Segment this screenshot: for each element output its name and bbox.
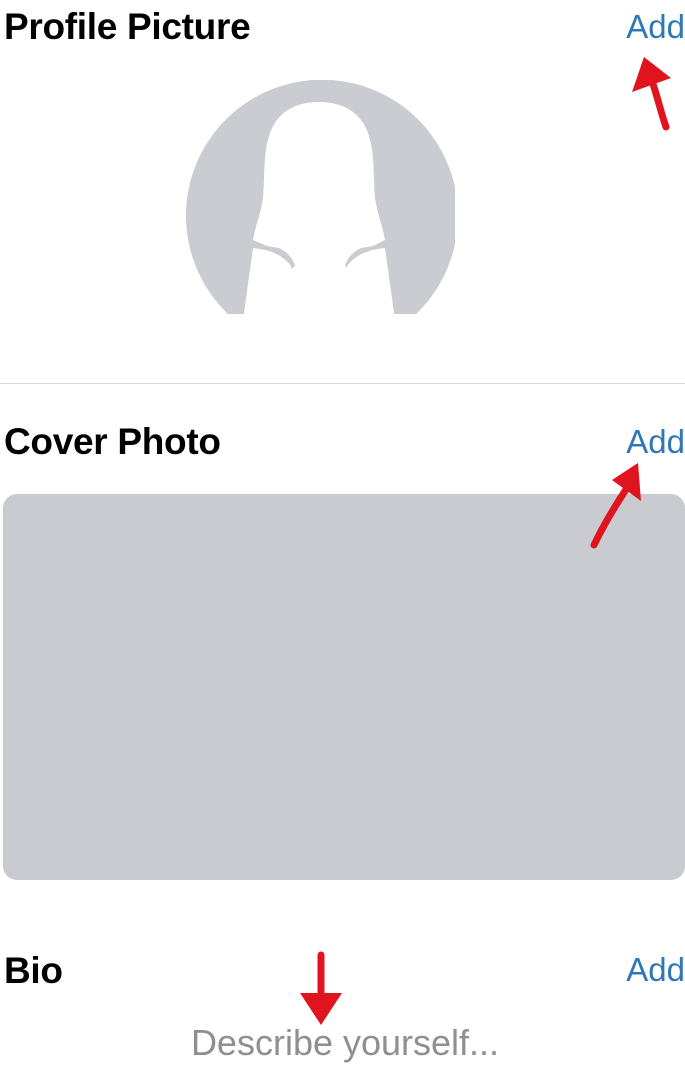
add-bio-button[interactable]: Add <box>626 953 685 986</box>
bio-placeholder-text[interactable]: Describe yourself... <box>0 1025 685 1061</box>
red-arrow-icon <box>632 57 671 131</box>
cover-photo-title: Cover Photo <box>4 421 221 462</box>
cover-photo-placeholder[interactable] <box>3 494 685 880</box>
section-divider <box>0 383 685 384</box>
person-silhouette-icon <box>186 79 458 320</box>
bio-title: Bio <box>4 950 63 991</box>
profile-picture-placeholder[interactable] <box>183 79 458 320</box>
add-cover-photo-button[interactable]: Add <box>626 425 685 458</box>
add-profile-picture-button[interactable]: Add <box>626 10 685 43</box>
red-arrow-icon <box>300 951 342 1025</box>
profile-picture-title: Profile Picture <box>4 6 251 47</box>
